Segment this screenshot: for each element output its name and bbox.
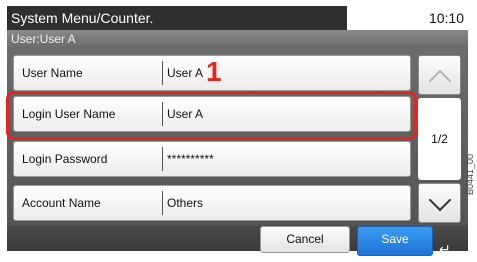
row-value: Others — [167, 196, 204, 210]
row-label: Account Name — [22, 196, 101, 210]
enter-icon: ↵ — [439, 241, 451, 257]
row-divider — [162, 61, 163, 85]
row-label: Login Password — [22, 152, 108, 166]
figure-id: B0441_00 — [465, 153, 475, 195]
row-account-name[interactable]: Account Name Others — [13, 185, 411, 221]
cancel-button[interactable]: Cancel — [260, 226, 350, 253]
scroll-up-button[interactable] — [418, 55, 461, 95]
chevron-up-icon — [428, 69, 452, 93]
chevron-down-icon — [428, 188, 452, 212]
row-label: User Name — [22, 66, 83, 80]
title-bar: System Menu/Counter. 10:10 — [7, 0, 468, 30]
row-value: User A — [167, 66, 204, 80]
row-divider — [162, 147, 163, 171]
clock: 10:10 — [349, 6, 468, 30]
callout-number: 1 — [206, 56, 222, 87]
row-value: ********** — [167, 152, 214, 166]
scroll-down-button[interactable] — [418, 183, 461, 223]
save-button[interactable]: Save — [357, 226, 433, 256]
row-divider — [162, 191, 163, 215]
user-subtitle: User:User A — [7, 30, 468, 48]
screen-title: System Menu/Counter. — [7, 6, 347, 30]
row-login-password[interactable]: Login Password ********** — [13, 141, 411, 177]
highlight-frame — [6, 91, 417, 140]
page-indicator: 1/2 — [418, 98, 461, 180]
